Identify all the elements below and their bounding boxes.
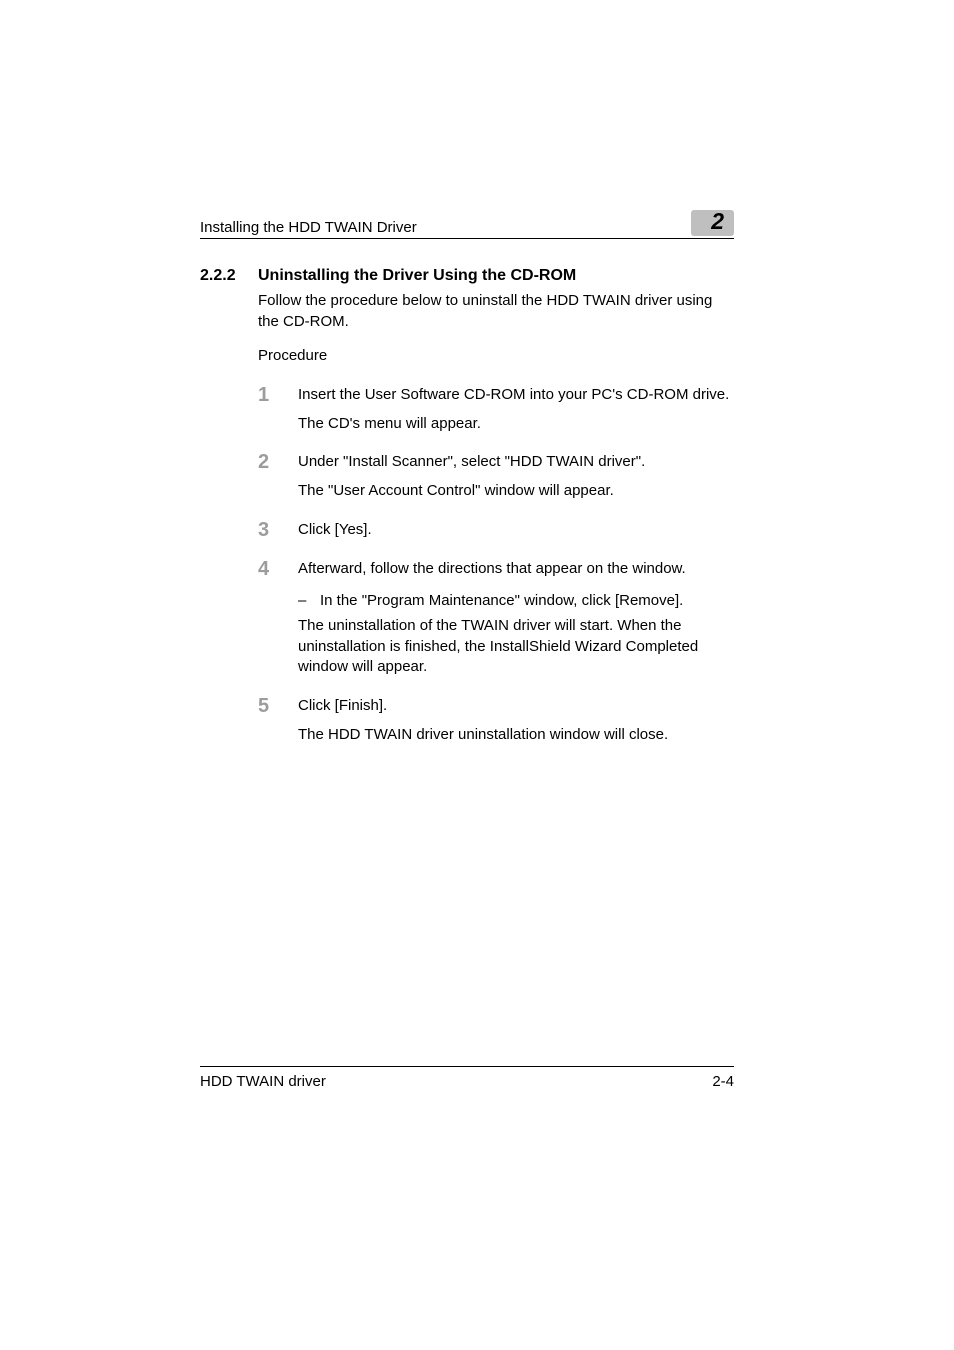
step-text: The uninstallation of the TWAIN driver w… [298,616,734,678]
footer-page-number: 2-4 [712,1073,734,1090]
step-text: Click [Yes]. [298,520,734,541]
step-text: Under "Install Scanner", select "HDD TWA… [298,452,734,473]
procedure-step: 5 Click [Finish]. The HDD TWAIN driver u… [258,696,734,745]
bullet-text: In the "Program Maintenance" window, cli… [320,591,683,612]
step-number: 5 [258,696,298,745]
document-page: Installing the HDD TWAIN Driver 2 2.2.2 … [0,0,954,1350]
procedure-step: 2 Under "Install Scanner", select "HDD T… [258,452,734,501]
step-number: 2 [258,452,298,501]
step-number: 3 [258,520,298,541]
section-body: Follow the procedure below to uninstall … [258,291,734,745]
footer-product: HDD TWAIN driver [200,1073,326,1090]
step-number: 4 [258,559,298,678]
section-heading: 2.2.2 Uninstalling the Driver Using the … [200,267,734,285]
section-number: 2.2.2 [200,267,258,285]
step-text: The "User Account Control" window will a… [298,481,734,502]
step-body: Under "Install Scanner", select "HDD TWA… [298,452,734,501]
step-bullet: – In the "Program Maintenance" window, c… [298,591,734,612]
bullet-dash-icon: – [298,591,320,612]
step-body: Click [Finish]. The HDD TWAIN driver uni… [298,696,734,745]
page-header: Installing the HDD TWAIN Driver 2 [200,210,734,236]
footer-divider [200,1066,734,1067]
section-title: Uninstalling the Driver Using the CD-ROM [258,267,576,285]
procedure-step: 1 Insert the User Software CD-ROM into y… [258,385,734,434]
step-body: Insert the User Software CD-ROM into you… [298,385,734,434]
step-text: Insert the User Software CD-ROM into you… [298,385,734,406]
page-footer: HDD TWAIN driver 2-4 [200,1066,734,1090]
section-intro: Follow the procedure below to uninstall … [258,291,734,332]
running-header-title: Installing the HDD TWAIN Driver [200,219,417,236]
step-text: The HDD TWAIN driver uninstallation wind… [298,725,734,746]
step-text: Click [Finish]. [298,696,734,717]
step-number: 1 [258,385,298,434]
step-body: Click [Yes]. [298,520,734,541]
procedure-label: Procedure [258,346,734,367]
chapter-number-badge: 2 [691,210,734,236]
step-text: Afterward, follow the directions that ap… [298,559,734,580]
step-text: The CD's menu will appear. [298,414,734,435]
step-body: Afterward, follow the directions that ap… [298,559,734,678]
procedure-step: 3 Click [Yes]. [258,520,734,541]
header-divider [200,238,734,239]
procedure-step: 4 Afterward, follow the directions that … [258,559,734,678]
